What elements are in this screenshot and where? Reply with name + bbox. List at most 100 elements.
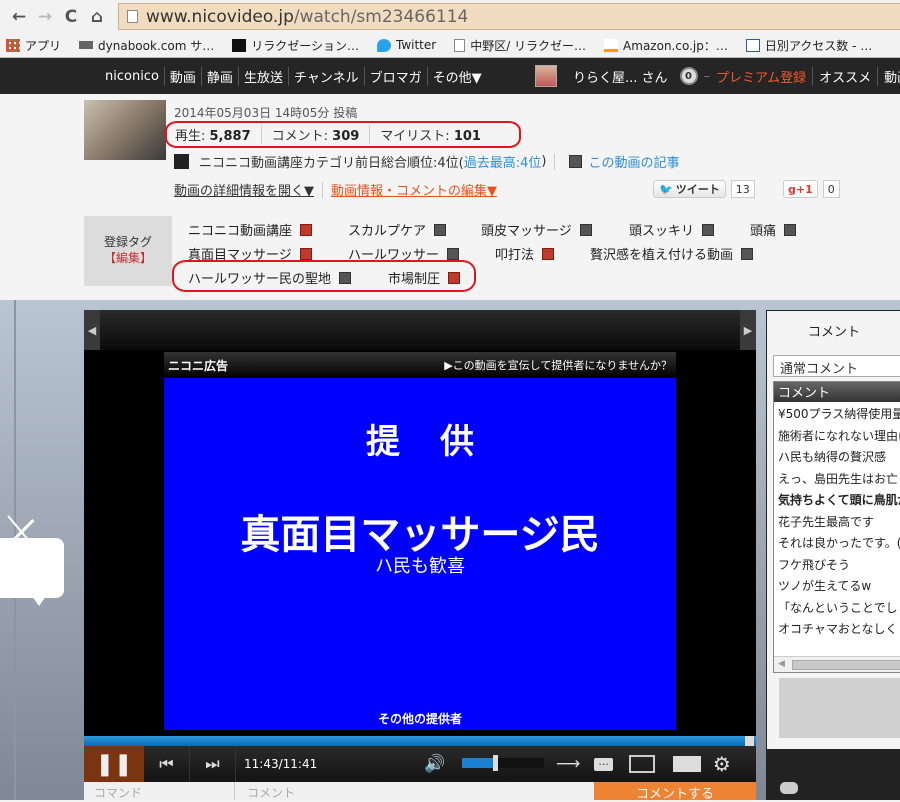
video-player: ◀ ▶ ニコニ広告 ▶この動画を宣伝して提供者になりませんか？ 提供 真面目マッ… [84, 310, 756, 802]
twitter-icon [376, 38, 391, 52]
ad-prev-button[interactable]: ◀ [84, 310, 100, 350]
bookmark-dynabook[interactable]: dynabook.com サ… [79, 37, 214, 54]
comment-row[interactable]: それは良かったです。( [774, 531, 900, 553]
tag-item[interactable]: 頭皮マッサージ [481, 220, 592, 239]
bookmark-label: 日別アクセス数 - … [764, 38, 873, 53]
nav-niconico[interactable]: niconico [100, 69, 164, 84]
command-input[interactable]: コマンド [94, 784, 142, 801]
dictionary-missing-icon[interactable] [447, 247, 460, 260]
edit-info-link[interactable]: 動画情報・コメントの編集▼ [331, 180, 497, 199]
avatar[interactable] [535, 65, 557, 87]
back-button[interactable]: ← [6, 7, 32, 27]
reload-button[interactable]: C [58, 7, 84, 27]
browser-toolbar: ← → C ⌂ www.nicovideo.jp/watch/sm2346611… [0, 0, 900, 33]
ranking-best-link[interactable]: 過去最高:4位 [464, 152, 542, 171]
tag-item[interactable]: ニコニコ動画講座 [188, 220, 313, 239]
comment-row[interactable]: 花子先生最高です [774, 510, 900, 532]
premium-link[interactable]: プレミアム登録 [716, 66, 814, 86]
gplus-button[interactable]: g+1 [783, 180, 818, 198]
loop-arrow-icon[interactable]: ⟶ [556, 754, 580, 774]
tag-edit-link[interactable]: 【編集】 [84, 250, 172, 266]
dictionary-missing-icon[interactable] [434, 223, 447, 236]
tag-item[interactable]: 叩打法 [495, 244, 555, 263]
comment-row[interactable]: ツノが生えてるw [774, 574, 900, 596]
comment-panel-title: コメント [807, 325, 860, 340]
next-button[interactable]: ⏭ [190, 746, 236, 782]
bookmark-label: リラクゼーション… [251, 38, 359, 53]
scroll-thumb[interactable] [792, 660, 900, 670]
fullscreen-icon[interactable] [672, 756, 701, 772]
tweet-button[interactable]: 🐦 ツイート [653, 180, 726, 198]
comment-row[interactable]: 気持ちよくて頭に鳥肌が [774, 488, 900, 510]
comment-row[interactable]: フケ飛びそう [774, 553, 900, 575]
seek-bar[interactable] [84, 736, 756, 746]
comment-input[interactable]: コメント [247, 784, 295, 801]
comment-row[interactable]: ¥500プラス納得使用量 [774, 402, 900, 424]
comment-row[interactable]: オコチャマおとなしくし [774, 617, 900, 639]
nav-live[interactable]: 生放送 [237, 66, 288, 86]
comment-toggle-icon[interactable]: ··· [594, 757, 613, 771]
bookmark-twitter[interactable]: Twitter [376, 38, 437, 52]
video-thumbnail [84, 100, 166, 160]
bookmark-access[interactable]: 日別アクセス数 - … [745, 37, 873, 54]
ad-next-button[interactable]: ▶ [740, 310, 756, 350]
dictionary-exists-icon[interactable] [299, 247, 312, 260]
nav-seiga[interactable]: 静画 [200, 66, 238, 86]
category-icon [174, 154, 189, 169]
tag-item[interactable]: スカルプケア [348, 220, 447, 239]
notification-badge[interactable]: 0 [679, 67, 698, 85]
window-size-icon[interactable] [628, 755, 655, 773]
volume-handle[interactable] [492, 755, 498, 771]
nicoad-prompt-link[interactable]: ▶この動画を宣伝して提供者になりませんか？ [444, 357, 672, 373]
post-comment-button[interactable]: コメントする [594, 782, 756, 802]
dictionary-missing-icon[interactable] [741, 247, 754, 260]
video-info: 2014年05月03日 14時05分 投稿 再生: 5,887 コメント: 30… [0, 94, 900, 300]
dictionary-exists-icon[interactable] [542, 247, 555, 260]
settings-gear-icon[interactable]: ⚙ [713, 752, 731, 776]
detail-toggle-link[interactable]: 動画の詳細情報を開く▼ [174, 180, 314, 199]
nav-video[interactable]: 動画 [163, 66, 201, 86]
comment-row[interactable]: ハ民も納得の贅沢感 [774, 445, 900, 467]
gamepad-icon[interactable] [780, 782, 798, 794]
nav-video-right[interactable]: 動画 [878, 67, 900, 86]
comment-row[interactable]: 施術者になれない理由は [774, 424, 900, 446]
nav-channel[interactable]: チャンネル [287, 66, 364, 86]
tag-item[interactable]: 頭スッキリ [629, 220, 715, 239]
comment-row[interactable]: 「なんということでしょう [774, 596, 900, 618]
article-link[interactable]: この動画の記事 [588, 152, 679, 171]
bookmark-amazon[interactable]: Amazon.co.jp：… [604, 37, 728, 54]
bookmark-apps[interactable]: アプリ [6, 37, 61, 54]
prev-button[interactable]: ⏮ [144, 746, 190, 782]
comment-row[interactable]: えっ、島田先生はお亡くなり [774, 467, 900, 489]
bookmark-label: dynabook.com サ… [98, 38, 215, 53]
dictionary-missing-icon[interactable] [784, 223, 797, 236]
seek-handle[interactable] [745, 736, 754, 746]
bookmark-relax[interactable]: リラクゼーション… [232, 37, 359, 54]
bookmark-label: Twitter [395, 38, 437, 52]
dictionary-missing-icon[interactable] [579, 223, 592, 236]
volume-slider[interactable] [462, 755, 544, 771]
forward-button[interactable]: → [32, 7, 58, 27]
category-name[interactable]: ニコニコ動画講座 [199, 152, 303, 171]
nav-other[interactable]: その他▼ [426, 66, 487, 86]
posted-date: 2014年05月03日 14時05分 投稿 [174, 106, 358, 120]
user-name[interactable]: りらく屋... さん [573, 67, 668, 86]
nav-blomaga[interactable]: ブロマガ [363, 66, 427, 86]
dictionary-missing-icon[interactable] [702, 223, 715, 236]
nav-recommend[interactable]: オススメ [813, 66, 879, 86]
scroll-left-arrow-icon[interactable]: ◀ [778, 659, 785, 669]
comment-filter-select[interactable]: 通常コメント [773, 355, 900, 377]
video-screen[interactable]: ニコニ広告 ▶この動画を宣伝して提供者になりませんか？ 提供 真面目マッサージ民… [164, 352, 676, 730]
horizontal-scrollbar[interactable]: ◀ [774, 656, 900, 672]
tag-item[interactable]: 頭痛 [750, 220, 797, 239]
pause-button[interactable]: ❚❚ [84, 746, 144, 782]
tag-item[interactable]: 贅沢感を植え付ける動画 [590, 244, 754, 263]
other-sponsors-link[interactable]: その他の提供者 [164, 710, 676, 727]
volume-icon[interactable]: 🔊 [424, 754, 445, 774]
comment-list-header[interactable]: コメント [774, 382, 900, 402]
home-button[interactable]: ⌂ [84, 7, 110, 27]
bookmark-nakano[interactable]: 中野区/ リラクゼー… [454, 37, 586, 54]
address-bar[interactable]: www.nicovideo.jp/watch/sm23466114 [118, 3, 900, 30]
dictionary-exists-icon[interactable] [300, 223, 313, 236]
highlight-annotation [172, 260, 476, 292]
